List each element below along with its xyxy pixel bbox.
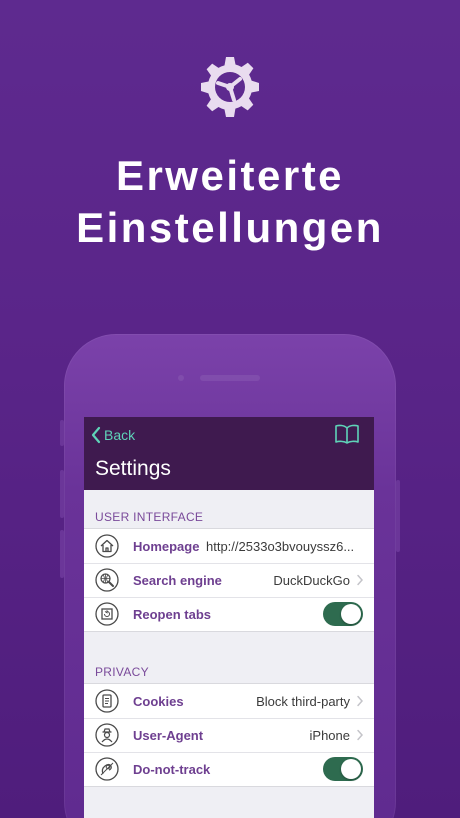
hero-title: Erweiterte Einstellungen bbox=[0, 150, 460, 254]
row-label: Homepage bbox=[133, 538, 200, 554]
front-camera bbox=[178, 375, 184, 381]
book-icon[interactable] bbox=[334, 423, 360, 445]
cookie-document-icon bbox=[95, 689, 119, 713]
user-agent-value: iPhone bbox=[309, 727, 350, 743]
agent-icon bbox=[95, 723, 119, 747]
section-header-user-interface: USER INTERFACE bbox=[95, 510, 204, 524]
back-button[interactable]: Back bbox=[90, 425, 135, 445]
search-engine-value: DuckDuckGo bbox=[273, 572, 350, 588]
cookies-value: Block third-party bbox=[256, 693, 350, 709]
settings-row-reopen-tabs: Reopen tabs bbox=[84, 597, 374, 631]
navigation-bar: Back Settings bbox=[84, 417, 374, 490]
do-not-track-toggle[interactable] bbox=[323, 757, 363, 781]
toggle-knob bbox=[341, 604, 361, 624]
chevron-left-icon bbox=[91, 426, 101, 444]
toggle-knob bbox=[341, 759, 361, 779]
row-label: Search engine bbox=[133, 572, 222, 588]
do-not-track-icon bbox=[95, 757, 119, 781]
settings-group-user-interface: Homepage http://2533o3bvouyssz6... Searc… bbox=[84, 528, 374, 632]
row-label: Do-not-track bbox=[133, 761, 211, 777]
phone-mute-switch bbox=[60, 420, 64, 446]
settings-row-search-engine[interactable]: Search engine DuckDuckGo bbox=[84, 563, 374, 597]
settings-row-do-not-track: Do-not-track bbox=[84, 752, 374, 786]
settings-row-homepage[interactable]: Homepage http://2533o3bvouyssz6... bbox=[84, 529, 374, 563]
tabs-icon bbox=[95, 602, 119, 626]
row-label: Cookies bbox=[133, 693, 184, 709]
section-header-privacy: PRIVACY bbox=[95, 665, 149, 679]
row-label: Reopen tabs bbox=[133, 606, 212, 622]
hero-title-line2: Einstellungen bbox=[76, 204, 384, 251]
settings-row-user-agent[interactable]: User-Agent iPhone bbox=[84, 718, 374, 752]
chevron-right-icon bbox=[357, 574, 364, 586]
reopen-tabs-toggle[interactable] bbox=[323, 602, 363, 626]
chevron-right-icon bbox=[357, 729, 364, 741]
home-icon bbox=[95, 534, 119, 558]
phone-volume-down bbox=[60, 530, 64, 578]
phone-screen: Back Settings USER INTERFACE Homepage ht… bbox=[84, 417, 374, 818]
phone-speaker bbox=[200, 375, 260, 381]
gear-icon bbox=[201, 57, 259, 117]
phone-volume-up bbox=[60, 470, 64, 518]
phone-power-button bbox=[396, 480, 400, 552]
row-label: User-Agent bbox=[133, 727, 204, 743]
settings-row-cookies[interactable]: Cookies Block third-party bbox=[84, 684, 374, 718]
page-title: Settings bbox=[95, 457, 171, 480]
hero-title-line1: Erweiterte bbox=[115, 152, 345, 199]
settings-group-privacy: Cookies Block third-party User-Agent iPh… bbox=[84, 683, 374, 787]
search-globe-icon bbox=[95, 568, 119, 592]
back-label: Back bbox=[104, 427, 136, 443]
homepage-url: http://2533o3bvouyssz6... bbox=[206, 538, 355, 554]
chevron-right-icon bbox=[357, 695, 364, 707]
